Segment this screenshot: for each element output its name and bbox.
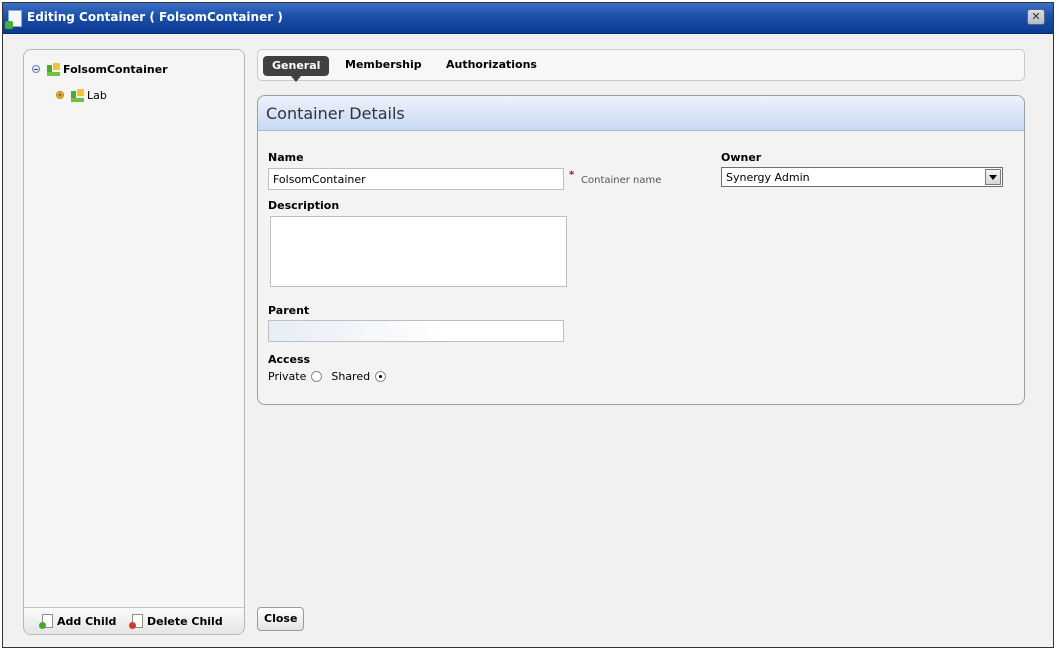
close-icon[interactable]: ✕ (1027, 9, 1045, 25)
expand-icon[interactable] (56, 89, 64, 101)
tab-general[interactable]: General (263, 56, 330, 82)
panel-header: Container Details (258, 96, 1024, 131)
dialog-title: Editing Container ( FolsomContainer ) (27, 10, 283, 24)
owner-selected-value: Synergy Admin (726, 171, 810, 184)
tab-bar: General Membership Authorizations (257, 49, 1025, 82)
parent-field (268, 320, 564, 342)
description-label: Description (268, 199, 340, 212)
name-input[interactable]: FolsomContainer (268, 168, 564, 190)
name-hint: Container name (581, 175, 662, 186)
tree-item-label: Lab (87, 88, 107, 102)
tree-item-folsomcontainer[interactable]: FolsomContainer (32, 62, 168, 76)
tab-authorizations[interactable]: Authorizations (446, 58, 537, 71)
tree-toolbar: Add Child Delete Child (24, 607, 244, 634)
add-child-label: Add Child (57, 614, 117, 628)
delete-document-icon (129, 614, 143, 629)
close-button[interactable]: Close (257, 607, 305, 631)
access-radio-group: Private Shared (268, 370, 395, 383)
tree-item-label: FolsomContainer (63, 62, 168, 76)
panel-title: Container Details (266, 104, 405, 123)
description-textarea[interactable] (270, 216, 567, 287)
add-document-icon (39, 614, 53, 629)
access-label: Access (268, 353, 311, 366)
private-radio[interactable] (311, 371, 323, 382)
parent-label: Parent (268, 304, 310, 317)
tab-membership[interactable]: Membership (345, 58, 422, 71)
name-label: Name (268, 151, 304, 164)
container-edit-icon (5, 10, 22, 29)
container-tree-panel: FolsomContainer Lab Add Child Delete Chi… (23, 49, 245, 635)
container-icon (70, 88, 84, 102)
owner-label: Owner (721, 151, 762, 164)
owner-select[interactable]: Synergy Admin (721, 167, 1003, 187)
shared-radio[interactable] (375, 371, 387, 382)
delete-child-label: Delete Child (147, 614, 223, 628)
required-marker-icon: ⁎ (569, 167, 575, 178)
container-details-panel: Container Details Name FolsomContainer ⁎… (257, 95, 1025, 405)
add-child-button[interactable]: Add Child (39, 614, 117, 629)
container-icon (46, 62, 60, 76)
tree-item-lab[interactable]: Lab (56, 88, 107, 102)
delete-child-button[interactable]: Delete Child (129, 614, 223, 629)
chevron-down-icon[interactable] (985, 169, 1001, 185)
collapse-icon[interactable] (32, 65, 40, 73)
dialog-titlebar[interactable]: Editing Container ( FolsomContainer ) ✕ (3, 3, 1053, 34)
shared-radio-label: Shared (331, 370, 371, 383)
edit-container-dialog: Editing Container ( FolsomContainer ) ✕ … (2, 2, 1054, 648)
private-radio-label: Private (268, 370, 307, 383)
